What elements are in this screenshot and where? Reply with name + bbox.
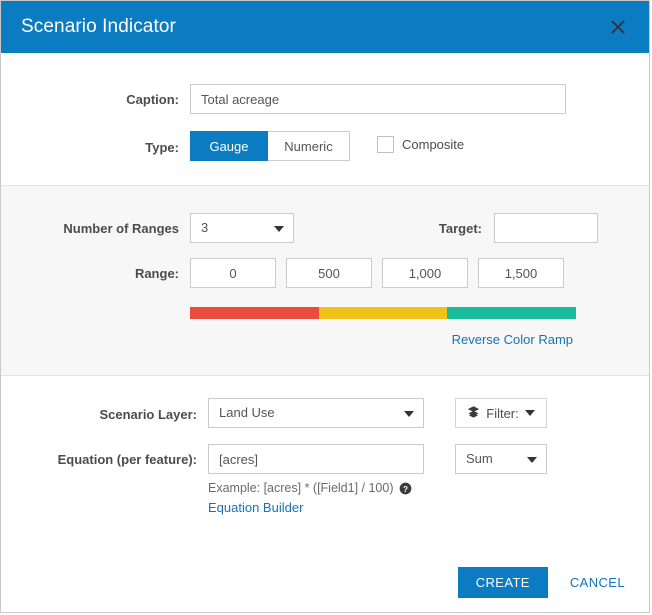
reverse-color-ramp-link[interactable]: Reverse Color Ramp bbox=[452, 332, 573, 347]
equation-example: Example: [acres] * ([Field1] / 100) ? bbox=[208, 481, 424, 495]
scenario-layer-value: Land Use bbox=[219, 405, 275, 420]
page-title: Scenario Indicator bbox=[21, 16, 176, 37]
type-row: Type: Gauge Numeric Composite bbox=[1, 131, 649, 161]
range-row: Range: bbox=[1, 258, 649, 288]
filter-button[interactable]: Filter: bbox=[455, 398, 547, 428]
caption-label: Caption: bbox=[126, 92, 179, 107]
scenario-layer-row: Scenario Layer: Land Use Filter: bbox=[1, 398, 649, 428]
composite-label: Composite bbox=[402, 137, 465, 152]
target-label: Target: bbox=[438, 221, 482, 236]
equation-row: Equation (per feature): Example: [acres]… bbox=[1, 444, 649, 515]
range-label: Range: bbox=[134, 266, 179, 281]
chevron-down-icon bbox=[404, 411, 414, 417]
chevron-down-icon bbox=[274, 226, 284, 232]
type-toggle-group: Gauge Numeric bbox=[190, 131, 350, 161]
caption-input[interactable] bbox=[190, 84, 566, 114]
color-ramp[interactable] bbox=[190, 307, 577, 319]
target-input[interactable] bbox=[494, 213, 598, 243]
composite-checkbox[interactable] bbox=[377, 136, 394, 153]
equation-builder-link[interactable]: Equation Builder bbox=[208, 500, 424, 515]
close-icon[interactable] bbox=[605, 14, 631, 40]
chevron-down-icon bbox=[527, 457, 537, 463]
number-of-ranges-row: Number of Ranges 3 Target: bbox=[1, 186, 649, 243]
range-input-2[interactable] bbox=[286, 258, 372, 288]
composite-checkbox-wrap: Composite bbox=[377, 131, 464, 153]
layers-icon bbox=[467, 405, 480, 421]
filter-label: Filter: bbox=[486, 405, 519, 421]
color-ramp-segment-3 bbox=[447, 307, 577, 319]
range-input-4[interactable] bbox=[478, 258, 564, 288]
type-option-numeric[interactable]: Numeric bbox=[268, 131, 350, 161]
type-option-gauge[interactable]: Gauge bbox=[190, 131, 268, 161]
chevron-down-icon bbox=[524, 410, 535, 416]
equation-input[interactable] bbox=[208, 444, 424, 474]
aggregation-value: Sum bbox=[466, 451, 493, 466]
color-ramp-segment-1 bbox=[190, 307, 319, 319]
cancel-button[interactable]: CANCEL bbox=[570, 575, 625, 590]
caption-row: Caption: bbox=[1, 84, 649, 114]
dialog-header: Scenario Indicator bbox=[1, 1, 649, 53]
number-of-ranges-value: 3 bbox=[201, 220, 209, 235]
aggregation-select[interactable]: Sum bbox=[455, 444, 547, 474]
equation-field-group: Example: [acres] * ([Field1] / 100) ? Eq… bbox=[208, 444, 424, 515]
dialog-footer: CREATE CANCEL bbox=[1, 552, 649, 612]
number-of-ranges-label: Number of Ranges bbox=[63, 221, 179, 236]
ranges-panel: Number of Ranges 3 Target: Range: 0 500 … bbox=[1, 185, 649, 376]
basic-settings-section: Caption: Type: Gauge Numeric Composite bbox=[1, 53, 649, 161]
layer-equation-section: Scenario Layer: Land Use Filter: Equatio… bbox=[1, 376, 649, 515]
scenario-layer-label: Scenario Layer: bbox=[99, 407, 197, 422]
number-of-ranges-select[interactable]: 3 bbox=[190, 213, 294, 243]
equation-label: Equation (per feature): bbox=[57, 452, 197, 467]
range-input-1[interactable] bbox=[190, 258, 276, 288]
dialog-body: Caption: Type: Gauge Numeric Composite N… bbox=[1, 53, 649, 612]
scenario-indicator-dialog: Scenario Indicator Caption: Type: Gauge … bbox=[0, 0, 650, 613]
help-icon[interactable]: ? bbox=[399, 482, 412, 495]
create-button[interactable]: CREATE bbox=[457, 566, 548, 598]
range-inputs bbox=[190, 258, 564, 288]
type-label: Type: bbox=[145, 140, 179, 155]
color-ramp-segment-2 bbox=[318, 307, 448, 319]
equation-example-text: Example: [acres] * ([Field1] / 100) bbox=[208, 481, 394, 495]
range-input-3[interactable] bbox=[382, 258, 468, 288]
scenario-layer-select[interactable]: Land Use bbox=[208, 398, 424, 428]
svg-text:?: ? bbox=[403, 484, 408, 493]
